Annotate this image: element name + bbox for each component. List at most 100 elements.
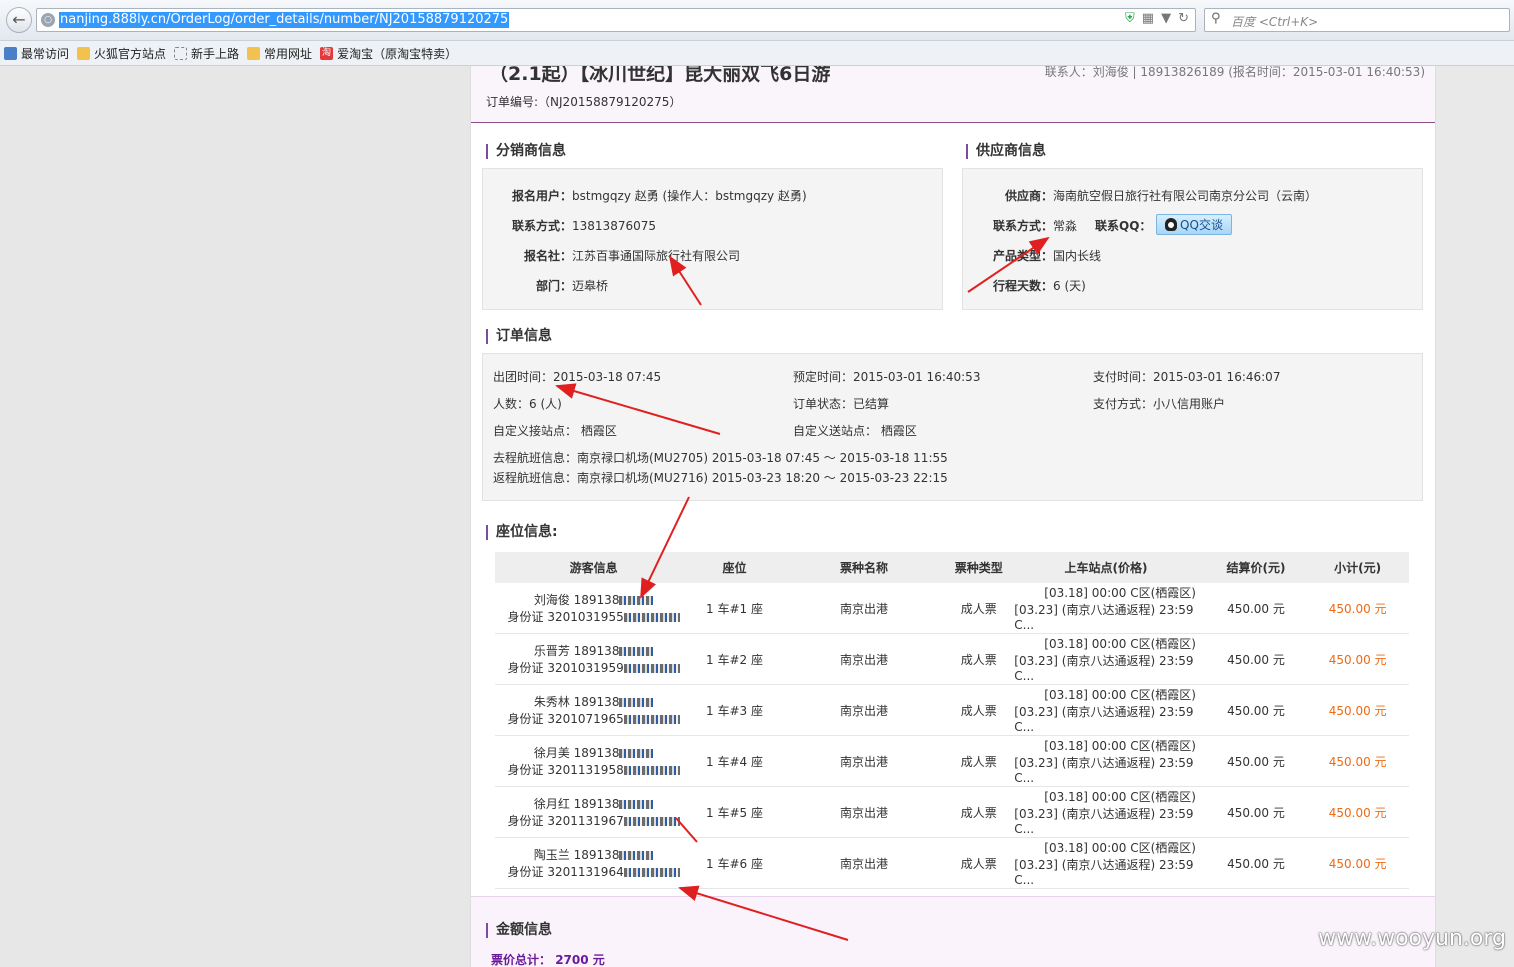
subtotal-cell: 450.00 元 bbox=[1306, 786, 1409, 838]
order-info-box: 出团时间：2015-03-18 07:45 预定时间：2015-03-01 16… bbox=[482, 353, 1423, 501]
distributor-phone: 联系方式：13813876075 bbox=[512, 219, 656, 233]
url-text[interactable]: nanjing.888ly.cn/OrderLog/order_details/… bbox=[59, 12, 510, 28]
price-cell: 450.00 元 bbox=[1205, 837, 1307, 889]
ticket-name-cell: 南京出港 bbox=[776, 735, 952, 787]
distributor-box: 报名用户：bstmgqzy 赵勇 (操作人：bstmgqzy 赵勇) 联系方式：… bbox=[482, 168, 943, 310]
col-price: 结算价(元) bbox=[1205, 552, 1307, 583]
address-bar[interactable]: ○ nanjing.888ly.cn/OrderLog/order_detail… bbox=[36, 8, 1196, 32]
seat-cell: 1 车#3 座 bbox=[692, 684, 777, 736]
redaction-mosaic bbox=[623, 715, 680, 724]
redaction-mosaic bbox=[619, 698, 654, 707]
url-icons: ⛨ ▦ ▼ ↻ bbox=[1125, 11, 1189, 26]
distributor-user: 报名用户：bstmgqzy 赵勇 (操作人：bstmgqzy 赵勇) bbox=[512, 189, 807, 203]
redaction-mosaic bbox=[623, 766, 680, 775]
subtotal-cell: 450.00 元 bbox=[1306, 837, 1409, 889]
table-row: 朱秀林 189138 身份证 3201071965 1 车#3 座 南京出港 成人… bbox=[495, 684, 1409, 736]
distributor-section-title: 分销商信息 bbox=[486, 144, 566, 159]
distributor-dept: 部门：迈皋桥 bbox=[536, 279, 609, 293]
supplier-qq-label: 联系QQ： bbox=[1095, 219, 1152, 233]
order-header: （2.1起）【冰川世纪】昆大丽双飞6日游 联系人：刘海俊 | 189138261… bbox=[471, 66, 1435, 123]
product-title: （2.1起）【冰川世纪】昆大丽双飞6日游 bbox=[489, 66, 831, 85]
table-row: 乐晋芳 189138 身份证 3201031959 1 车#2 座 南京出港 成人… bbox=[495, 633, 1409, 685]
search-bar[interactable]: ⚲ 百度 <Ctrl+K> bbox=[1204, 8, 1510, 32]
seat-cell: 1 车#2 座 bbox=[692, 633, 777, 685]
col-ticket-name: 票种名称 bbox=[776, 552, 952, 583]
ticket-name-cell: 南京出港 bbox=[776, 583, 952, 634]
seat-cell: 1 车#6 座 bbox=[692, 837, 777, 889]
bookmark-firefox-site[interactable]: 火狐官方站点 bbox=[77, 45, 166, 62]
redaction-mosaic bbox=[619, 596, 654, 605]
page-icon bbox=[174, 46, 188, 60]
seat-table: 游客信息 座位 票种名称 票种类型 上车站点(价格) 结算价(元) 小计(元) … bbox=[495, 552, 1409, 889]
ticket-type-cell: 成人票 bbox=[951, 684, 1007, 736]
supplier-section-title: 供应商信息 bbox=[966, 144, 1046, 159]
distributor-agency: 报名社：江苏百事通国际旅行社有限公司 bbox=[524, 249, 741, 263]
folder-icon bbox=[77, 46, 91, 60]
bookmark-most-visited[interactable]: 最常访问 bbox=[4, 45, 69, 62]
globe-icon: ○ bbox=[41, 13, 55, 27]
col-guest: 游客信息 bbox=[495, 552, 693, 583]
boarding-stop-cell: [03.18] 00:00 C区(栖霞区) [03.23] (南京八达通返程) 2… bbox=[1006, 786, 1206, 838]
qr-code-icon[interactable]: ▦ bbox=[1142, 11, 1154, 26]
booked-time: 预定时间：2015-03-01 16:40:53 bbox=[793, 370, 981, 384]
price-cell: 450.00 元 bbox=[1205, 633, 1307, 685]
bookmark-getting-started[interactable]: 新手上路 bbox=[174, 45, 239, 62]
price-cell: 450.00 元 bbox=[1205, 735, 1307, 787]
order-section-title: 订单信息 bbox=[486, 329, 552, 344]
browser-toolbar: ← ○ nanjing.888ly.cn/OrderLog/order_deta… bbox=[0, 0, 1514, 41]
qq-penguin-icon bbox=[1165, 218, 1178, 231]
col-subtotal: 小计(元) bbox=[1306, 552, 1409, 583]
dropoff-point: 自定义送站点： 栖霞区 bbox=[793, 424, 917, 438]
table-row: 徐月红 189138 身份证 3201131967 1 车#5 座 南京出港 成人… bbox=[495, 786, 1409, 838]
outbound-flight: 去程航班信息：南京禄口机场(MU2705) 2015-03-18 07:45 ～… bbox=[493, 451, 948, 465]
bookmark-icon bbox=[4, 46, 17, 60]
guest-info: 陶玉兰 189138 身份证 3201131964 bbox=[495, 837, 693, 889]
redaction-mosaic bbox=[619, 851, 654, 860]
ticket-type-cell: 成人票 bbox=[951, 786, 1007, 838]
qq-chat-button[interactable]: QQ交谈 bbox=[1156, 214, 1232, 235]
ticket-type-cell: 成人票 bbox=[951, 735, 1007, 787]
table-row: 陶玉兰 189138 身份证 3201131964 1 车#6 座 南京出港 成人… bbox=[495, 837, 1409, 889]
supplier-days: 行程天数：6 (天) bbox=[993, 279, 1086, 293]
col-ticket-type: 票种类型 bbox=[951, 552, 1007, 583]
contact-info: 联系人：刘海俊 | 18913826189 (报名时间：2015-03-01 1… bbox=[1044, 66, 1425, 79]
price-cell: 450.00 元 bbox=[1205, 583, 1307, 634]
bookmark-common-sites[interactable]: 常用网址 bbox=[247, 45, 312, 62]
ticket-name-cell: 南京出港 bbox=[776, 633, 952, 685]
seat-cell: 1 车#5 座 bbox=[692, 786, 777, 838]
seat-cell: 1 车#4 座 bbox=[692, 735, 777, 787]
price-cell: 450.00 元 bbox=[1205, 684, 1307, 736]
amount-section-title: 金额信息 bbox=[486, 923, 552, 938]
seat-cell: 1 车#1 座 bbox=[692, 583, 777, 634]
boarding-stop-cell: [03.18] 00:00 C区(栖霞区) [03.23] (南京八达通返程) 2… bbox=[1006, 837, 1206, 889]
col-seat: 座位 bbox=[692, 552, 777, 583]
guest-info: 朱秀林 189138 身份证 3201071965 bbox=[495, 684, 693, 736]
ticket-name-cell: 南京出港 bbox=[776, 837, 952, 889]
bookmarks-bar: 最常访问 火狐官方站点 新手上路 常用网址 淘爱淘宝（原淘宝特卖） bbox=[0, 41, 1514, 66]
boarding-stop-cell: [03.18] 00:00 C区(栖霞区) [03.23] (南京八达通返程) 2… bbox=[1006, 633, 1206, 685]
shield-icon[interactable]: ⛨ bbox=[1125, 11, 1135, 26]
amount-section: 金额信息 票价总计： 2700 元 bbox=[471, 896, 1435, 967]
reload-icon[interactable]: ↻ bbox=[1178, 11, 1189, 26]
search-placeholder: 百度 <Ctrl+K> bbox=[1231, 15, 1319, 29]
taobao-icon: 淘 bbox=[320, 46, 334, 60]
supplier-name: 供应商：海南航空假日旅行社有限公司南京分公司（云南） bbox=[1005, 189, 1318, 203]
people-count: 人数：6 (人) bbox=[493, 397, 562, 411]
dropdown-arrow-icon[interactable]: ▼ bbox=[1161, 11, 1171, 26]
redaction-mosaic bbox=[623, 817, 680, 826]
redaction-mosaic bbox=[623, 664, 680, 673]
return-flight: 返程航班信息：南京禄口机场(MU2716) 2015-03-23 18:20 ～… bbox=[493, 471, 948, 485]
supplier-product-type: 产品类型：国内长线 bbox=[993, 249, 1102, 263]
search-icon: ⚲ bbox=[1211, 11, 1221, 26]
redaction-mosaic bbox=[623, 613, 680, 622]
subtotal-cell: 450.00 元 bbox=[1306, 735, 1409, 787]
order-number: 订单编号:（NJ20158879120275） bbox=[486, 95, 682, 109]
bookmark-aitaobao[interactable]: 淘爱淘宝（原淘宝特卖） bbox=[320, 45, 457, 62]
order-details-page: （2.1起）【冰川世纪】昆大丽双飞6日游 联系人：刘海俊 | 189138261… bbox=[470, 66, 1436, 967]
page-background bbox=[0, 66, 470, 967]
watermark: www.wooyun.org bbox=[1318, 926, 1506, 951]
back-arrow-icon[interactable]: ← bbox=[6, 7, 32, 33]
redaction-mosaic bbox=[619, 749, 654, 758]
boarding-stop-cell: [03.18] 00:00 C区(栖霞区) [03.23] (南京八达通返程) 2… bbox=[1006, 583, 1206, 634]
guest-info: 徐月红 189138 身份证 3201131967 bbox=[495, 786, 693, 838]
